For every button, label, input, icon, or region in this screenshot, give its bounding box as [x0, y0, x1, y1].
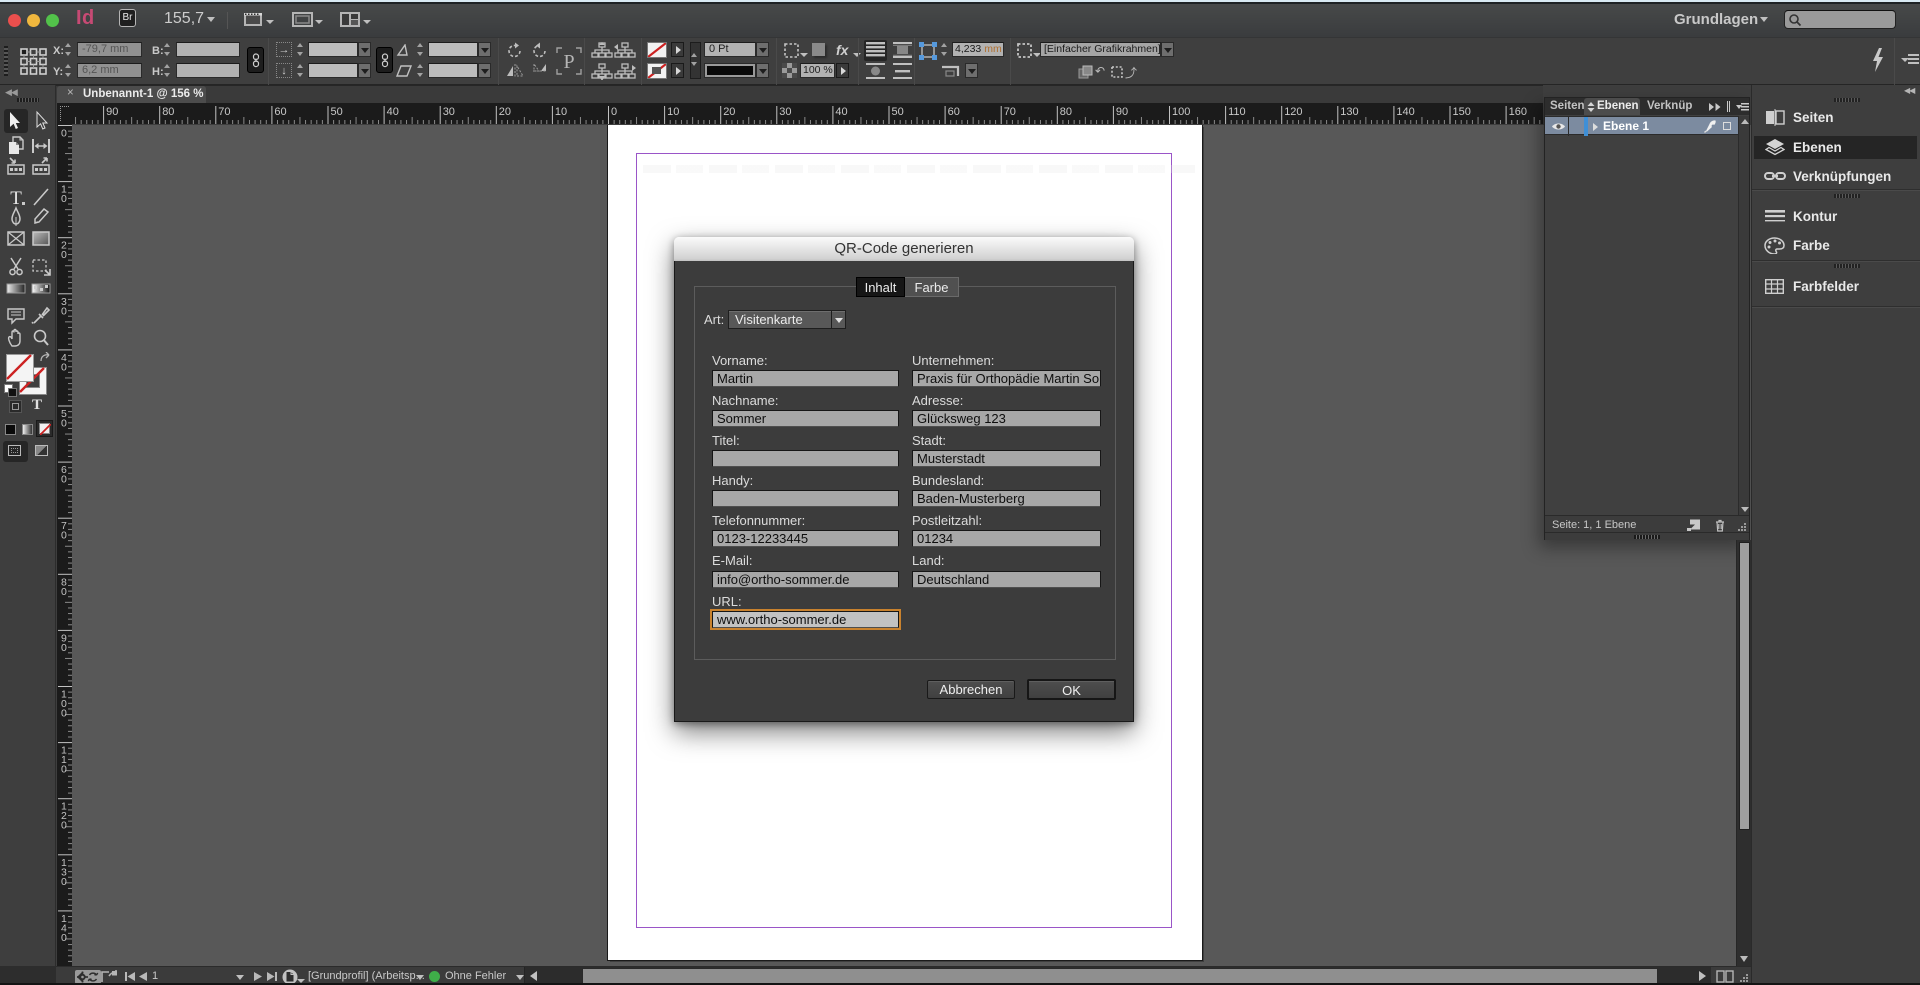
svg-text:50: 50 — [331, 106, 343, 118]
svg-text:0: 0 — [61, 474, 67, 486]
svg-text:150: 150 — [1453, 106, 1471, 118]
svg-text:30: 30 — [443, 106, 455, 118]
svg-text:10: 10 — [555, 106, 567, 118]
svg-text:P: P — [563, 51, 574, 73]
svg-text:0: 0 — [61, 128, 67, 140]
svg-text:0: 0 — [61, 932, 67, 944]
svg-text:50: 50 — [892, 106, 904, 118]
svg-text:130: 130 — [1340, 106, 1358, 118]
svg-text:40: 40 — [387, 106, 399, 118]
svg-text:0: 0 — [61, 876, 67, 888]
svg-text:0: 0 — [61, 586, 67, 598]
svg-text:20: 20 — [723, 106, 735, 118]
svg-text:90: 90 — [1116, 106, 1128, 118]
svg-text:80: 80 — [1060, 106, 1072, 118]
svg-text:0: 0 — [61, 708, 67, 720]
svg-text:70: 70 — [218, 106, 230, 118]
svg-text:0: 0 — [61, 530, 67, 542]
svg-text:160: 160 — [1509, 106, 1527, 118]
svg-text:0: 0 — [61, 249, 67, 261]
svg-text:20: 20 — [499, 106, 511, 118]
svg-text:0: 0 — [61, 820, 67, 832]
svg-text:0: 0 — [61, 361, 67, 373]
svg-text:70: 70 — [1004, 106, 1016, 118]
svg-text:0: 0 — [61, 642, 67, 654]
svg-text:110: 110 — [1228, 106, 1246, 118]
svg-text:90: 90 — [106, 106, 118, 118]
svg-text:120: 120 — [1284, 106, 1302, 118]
svg-text:140: 140 — [1396, 106, 1414, 118]
svg-text:0: 0 — [61, 418, 67, 430]
svg-text:30: 30 — [779, 106, 791, 118]
svg-text:100: 100 — [1172, 106, 1190, 118]
svg-text:10: 10 — [667, 106, 679, 118]
svg-text:0: 0 — [61, 305, 67, 317]
svg-text:60: 60 — [948, 106, 960, 118]
svg-text:80: 80 — [162, 106, 174, 118]
svg-text:0: 0 — [611, 106, 617, 118]
svg-text:60: 60 — [274, 106, 286, 118]
svg-text:40: 40 — [835, 106, 847, 118]
svg-text:0: 0 — [61, 193, 67, 205]
svg-text:0: 0 — [61, 764, 67, 776]
